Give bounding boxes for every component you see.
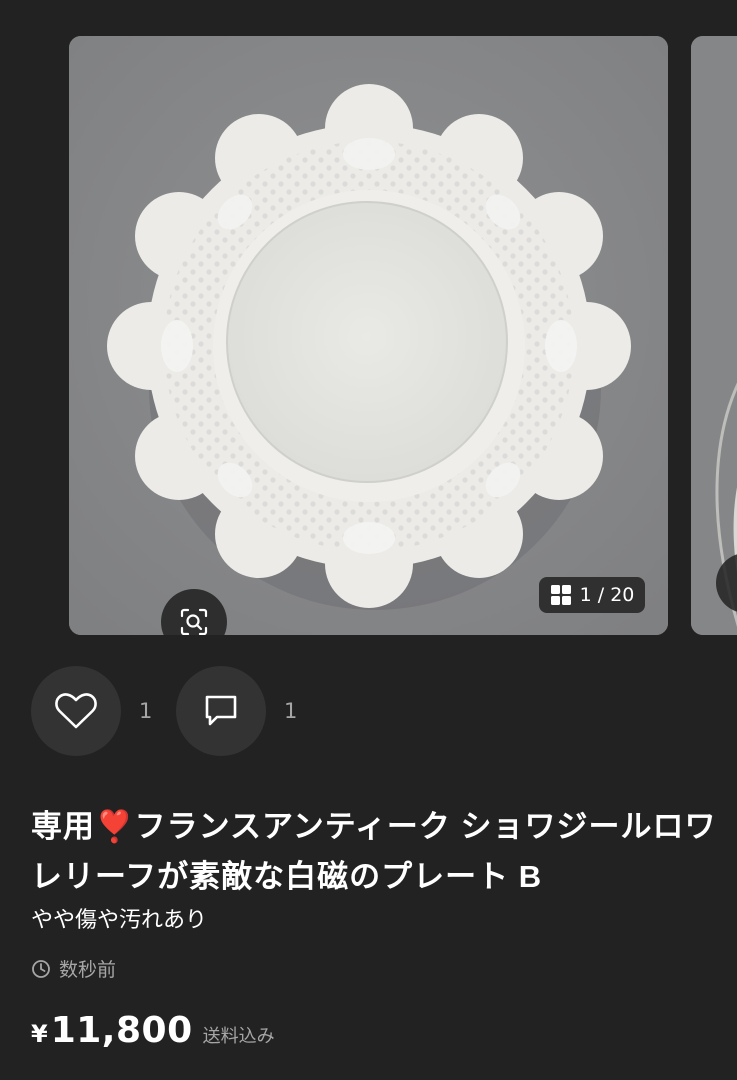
comment-button[interactable]: [176, 666, 266, 756]
image-search-icon: [180, 608, 208, 635]
next-plate-image: [691, 36, 737, 635]
posted-time-row: 数秒前: [31, 955, 116, 982]
grid-icon: [550, 585, 571, 605]
image-gallery[interactable]: 1 / 20: [0, 0, 737, 640]
posted-time: 数秒前: [59, 959, 117, 981]
like-button[interactable]: [31, 666, 121, 756]
next-product-photo[interactable]: [691, 36, 737, 635]
comment-count: 1: [284, 699, 298, 723]
shipping-note: 送料込み: [202, 1026, 275, 1047]
item-condition: やや傷や汚れあり: [31, 908, 208, 933]
plate-image: [69, 36, 668, 635]
clock-icon: [32, 959, 50, 978]
product-photo[interactable]: 1 / 20: [69, 36, 668, 635]
action-row: 1 1: [31, 666, 314, 756]
like-count: 1: [139, 699, 153, 723]
price-row: ¥ 11,800 送料込み: [31, 1010, 275, 1051]
heart-icon: [55, 693, 97, 729]
item-title: 専用❣️フランスアンティーク ショワジールロワ レリーフが素敵な白磁のプレート …: [31, 809, 717, 894]
currency-symbol: ¥: [31, 1020, 48, 1048]
comment-icon: [205, 695, 237, 726]
image-counter-text: 1 / 20: [579, 584, 635, 606]
item-price: 11,800: [50, 1010, 193, 1051]
image-counter-badge[interactable]: 1 / 20: [539, 577, 645, 613]
